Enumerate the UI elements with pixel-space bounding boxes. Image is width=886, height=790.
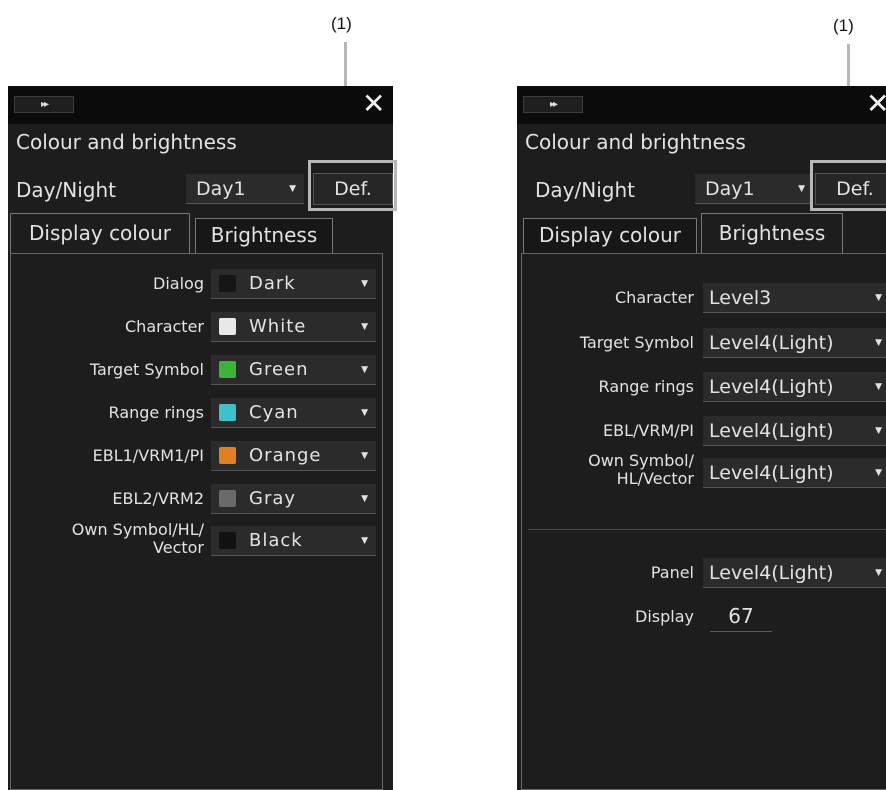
display-brightness-label: Display bbox=[635, 607, 694, 626]
colour-swatch bbox=[219, 404, 236, 421]
character-brightness-select[interactable]: Level3 ▼ bbox=[703, 283, 886, 313]
day-night-select[interactable]: Day1 ▼ bbox=[186, 174, 304, 204]
dialog-label: Dialog bbox=[153, 274, 204, 293]
ebl1-vrm1-pi-label: EBL1/VRM1/PI bbox=[92, 446, 204, 465]
display-colour-content: Dialog Dark ▼ Character White ▼ Target S… bbox=[10, 253, 383, 790]
ebl1-vrm1-pi-colour-select[interactable]: Orange ▼ bbox=[211, 441, 376, 471]
chevron-down-icon: ▼ bbox=[361, 494, 368, 504]
chevron-down-icon: ▼ bbox=[361, 451, 368, 461]
range-rings-label: Range rings bbox=[108, 403, 204, 422]
range-rings-brightness-select[interactable]: Level4(Light) ▼ bbox=[703, 372, 886, 402]
own-symbol-brightness-select[interactable]: Level4(Light) ▼ bbox=[703, 458, 886, 488]
chevron-down-icon: ▼ bbox=[361, 536, 368, 546]
chevron-down-icon: ▼ bbox=[875, 568, 882, 578]
display-brightness-value[interactable]: 67 bbox=[710, 602, 772, 632]
day-night-label: Day/Night bbox=[16, 178, 116, 202]
character-brightness-label: Character bbox=[615, 288, 694, 307]
target-symbol-brightness-select[interactable]: Level4(Light) ▼ bbox=[703, 328, 886, 358]
tab-brightness[interactable]: Brightness bbox=[195, 218, 333, 253]
chevron-down-icon: ▼ bbox=[875, 293, 882, 303]
range-rings-brightness-label: Range rings bbox=[598, 377, 694, 396]
chevron-down-icon: ▼ bbox=[798, 184, 805, 194]
colour-swatch bbox=[219, 318, 236, 335]
target-symbol-brightness-value: Level4(Light) bbox=[709, 332, 834, 354]
own-symbol-colour-select[interactable]: Black ▼ bbox=[211, 526, 376, 556]
range-rings-brightness-value: Level4(Light) bbox=[709, 376, 834, 398]
range-rings-colour-value: Cyan bbox=[249, 402, 299, 423]
def-button-highlight bbox=[308, 160, 397, 211]
ebl2-vrm2-colour-select[interactable]: Gray ▼ bbox=[211, 484, 376, 514]
close-icon[interactable]: ✕ bbox=[362, 88, 385, 120]
target-symbol-brightness-label: Target Symbol bbox=[579, 333, 694, 352]
section-divider bbox=[528, 529, 886, 530]
target-symbol-label: Target Symbol bbox=[89, 360, 204, 379]
colour-swatch bbox=[219, 447, 236, 464]
ebl-vrm-pi-brightness-value: Level4(Light) bbox=[709, 420, 834, 442]
panel-brightness-label: Panel bbox=[650, 563, 694, 582]
brightness-content: Character Level3 ▼ Target Symbol Level4(… bbox=[521, 253, 886, 790]
dialog-colour-select[interactable]: Dark ▼ bbox=[211, 269, 376, 299]
ebl2-vrm2-label: EBL2/VRM2 bbox=[112, 489, 204, 508]
own-symbol-label-line2: Vector bbox=[153, 538, 204, 557]
panel-title-bar: ▸▸ ✕ bbox=[8, 86, 393, 124]
own-symbol-brightness-value: Level4(Light) bbox=[709, 462, 834, 484]
character-colour-value: White bbox=[249, 316, 307, 337]
day-night-value: Day1 bbox=[705, 178, 755, 200]
callout-label: (1) bbox=[331, 14, 352, 33]
character-label: Character bbox=[125, 317, 204, 336]
day-night-select[interactable]: Day1 ▼ bbox=[695, 174, 813, 204]
ebl-vrm-pi-brightness-label: EBL/VRM/PI bbox=[602, 421, 694, 440]
chevron-down-icon: ▼ bbox=[289, 184, 296, 194]
colour-swatch bbox=[219, 532, 236, 549]
own-symbol-label: Own Symbol/HL/ Vector bbox=[72, 521, 204, 557]
day-night-label: Day/Night bbox=[535, 178, 635, 202]
own-symbol-brightness-label-line2: HL/Vector bbox=[616, 469, 694, 488]
ebl2-vrm2-colour-value: Gray bbox=[249, 488, 297, 509]
panel-brightness-select[interactable]: Level4(Light) ▼ bbox=[703, 558, 886, 588]
character-brightness-value: Level3 bbox=[709, 287, 772, 309]
own-symbol-label-line1: Own Symbol/HL/ bbox=[71, 520, 204, 539]
ebl1-vrm1-pi-colour-value: Orange bbox=[249, 445, 322, 466]
own-symbol-brightness-label-line1: Own Symbol/ bbox=[588, 451, 694, 470]
close-icon[interactable]: ✕ bbox=[866, 88, 886, 120]
dialog-colour-value: Dark bbox=[249, 273, 296, 294]
own-symbol-brightness-label: Own Symbol/ HL/Vector bbox=[588, 452, 694, 488]
panel-title: Colour and brightness bbox=[16, 130, 237, 154]
colour-swatch bbox=[219, 490, 236, 507]
target-symbol-colour-select[interactable]: Green ▼ bbox=[211, 355, 376, 385]
callout-label: (1) bbox=[833, 16, 854, 35]
chevron-down-icon: ▼ bbox=[361, 322, 368, 332]
range-rings-colour-select[interactable]: Cyan ▼ bbox=[211, 398, 376, 428]
own-symbol-colour-value: Black bbox=[249, 530, 303, 551]
target-symbol-colour-value: Green bbox=[249, 359, 309, 380]
expand-button[interactable]: ▸▸ bbox=[523, 96, 583, 113]
character-colour-select[interactable]: White ▼ bbox=[211, 312, 376, 342]
panel-title-bar: ▸▸ ✕ bbox=[517, 86, 886, 124]
chevron-down-icon: ▼ bbox=[361, 279, 368, 289]
colour-swatch bbox=[219, 275, 236, 292]
panel-brightness-value: Level4(Light) bbox=[709, 562, 834, 584]
day-night-value: Day1 bbox=[196, 178, 246, 200]
tab-display-colour[interactable]: Display colour bbox=[10, 213, 190, 254]
chevron-down-icon: ▼ bbox=[875, 426, 882, 436]
chevron-down-icon: ▼ bbox=[361, 408, 368, 418]
chevron-down-icon: ▼ bbox=[875, 382, 882, 392]
tab-display-colour[interactable]: Display colour bbox=[523, 218, 697, 253]
chevron-down-icon: ▼ bbox=[875, 468, 882, 478]
tab-brightness[interactable]: Brightness bbox=[701, 213, 843, 254]
panel-title: Colour and brightness bbox=[525, 130, 746, 154]
chevron-down-icon: ▼ bbox=[875, 338, 882, 348]
expand-button[interactable]: ▸▸ bbox=[14, 96, 74, 113]
def-button-highlight bbox=[810, 160, 886, 211]
chevron-down-icon: ▼ bbox=[361, 365, 368, 375]
ebl-vrm-pi-brightness-select[interactable]: Level4(Light) ▼ bbox=[703, 416, 886, 446]
colour-swatch bbox=[219, 361, 236, 378]
